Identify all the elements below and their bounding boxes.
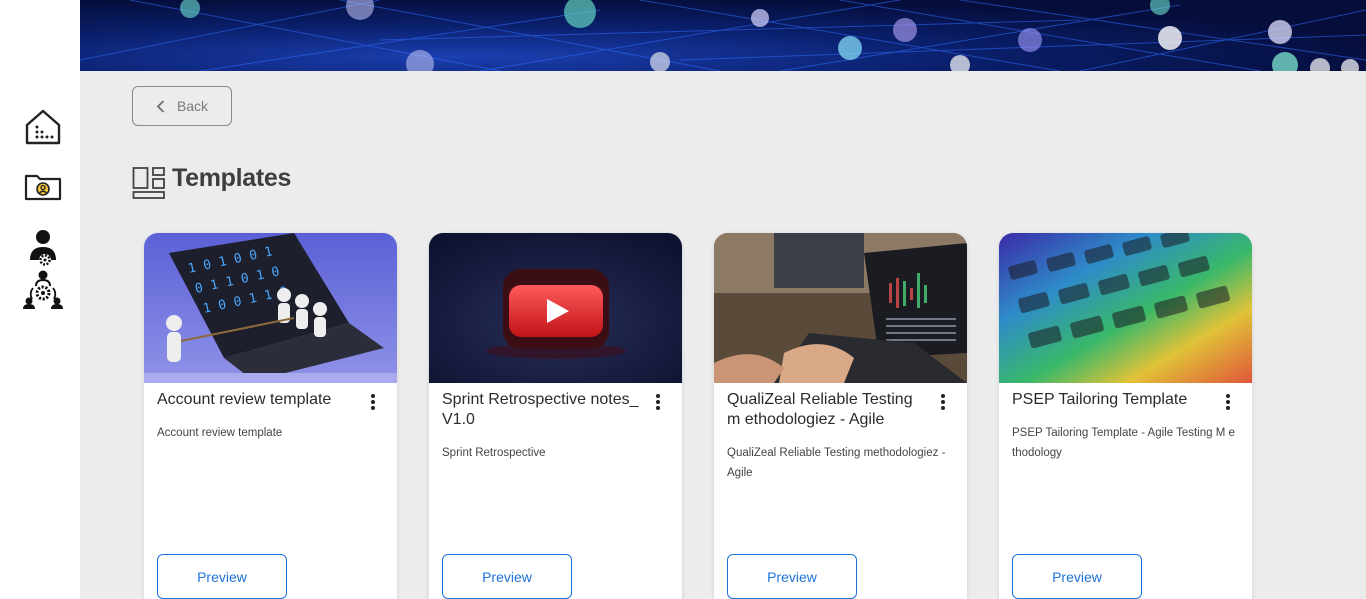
dashboard-house-icon[interactable] bbox=[22, 106, 64, 148]
main-content: Back Templates 1 0 1 0 0 1 0 1 1 0 1 0 1… bbox=[80, 71, 1366, 599]
more-options-icon[interactable] bbox=[1224, 394, 1232, 412]
card-image bbox=[999, 233, 1252, 383]
back-button-label: Back bbox=[176, 98, 209, 114]
preview-button[interactable]: Preview bbox=[727, 554, 857, 599]
header-banner-image bbox=[80, 0, 1366, 71]
page-header: Templates bbox=[132, 164, 291, 200]
card-title: QualiZeal Reliable Testing m ethodologie… bbox=[727, 391, 913, 428]
card-image bbox=[429, 233, 682, 383]
chevron-left-icon bbox=[156, 99, 165, 113]
card-description: QualiZeal Reliable Testing methodologiez… bbox=[727, 447, 946, 479]
card-description: Account review template bbox=[157, 427, 283, 439]
user-settings-icon[interactable] bbox=[22, 226, 64, 268]
templates-icon bbox=[132, 167, 165, 199]
card-title: Account review template bbox=[157, 391, 332, 408]
card-description: Sprint Retrospective bbox=[442, 447, 546, 459]
card-image bbox=[714, 233, 967, 383]
more-options-icon[interactable] bbox=[939, 394, 947, 412]
template-card[interactable]: Sprint Retrospective notes_ V1.0 Sprint … bbox=[429, 233, 682, 599]
team-settings-icon[interactable] bbox=[22, 268, 64, 310]
card-image: 1 0 1 0 0 1 0 1 1 0 1 0 1 0 0 1 1 0 bbox=[144, 233, 397, 383]
sidebar bbox=[0, 0, 80, 599]
template-card[interactable]: 1 0 1 0 0 1 0 1 1 0 1 0 1 0 0 1 1 0 Acco… bbox=[144, 233, 397, 599]
preview-button[interactable]: Preview bbox=[442, 554, 572, 599]
page-title: Templates bbox=[172, 164, 292, 192]
preview-button[interactable]: Preview bbox=[1012, 554, 1142, 599]
preview-button[interactable]: Preview bbox=[157, 554, 287, 599]
user-folder-icon[interactable] bbox=[22, 166, 64, 208]
more-options-icon[interactable] bbox=[654, 394, 662, 412]
more-options-icon[interactable] bbox=[369, 394, 377, 412]
card-title: Sprint Retrospective notes_ V1.0 bbox=[442, 391, 639, 428]
template-card[interactable]: QualiZeal Reliable Testing m ethodologie… bbox=[714, 233, 967, 599]
card-title: PSEP Tailoring Template bbox=[1012, 391, 1188, 408]
template-card[interactable]: PSEP Tailoring Template PSEP Tailoring T… bbox=[999, 233, 1252, 599]
card-description: PSEP Tailoring Template - Agile Testing … bbox=[1012, 427, 1235, 459]
back-button[interactable]: Back bbox=[132, 86, 232, 126]
